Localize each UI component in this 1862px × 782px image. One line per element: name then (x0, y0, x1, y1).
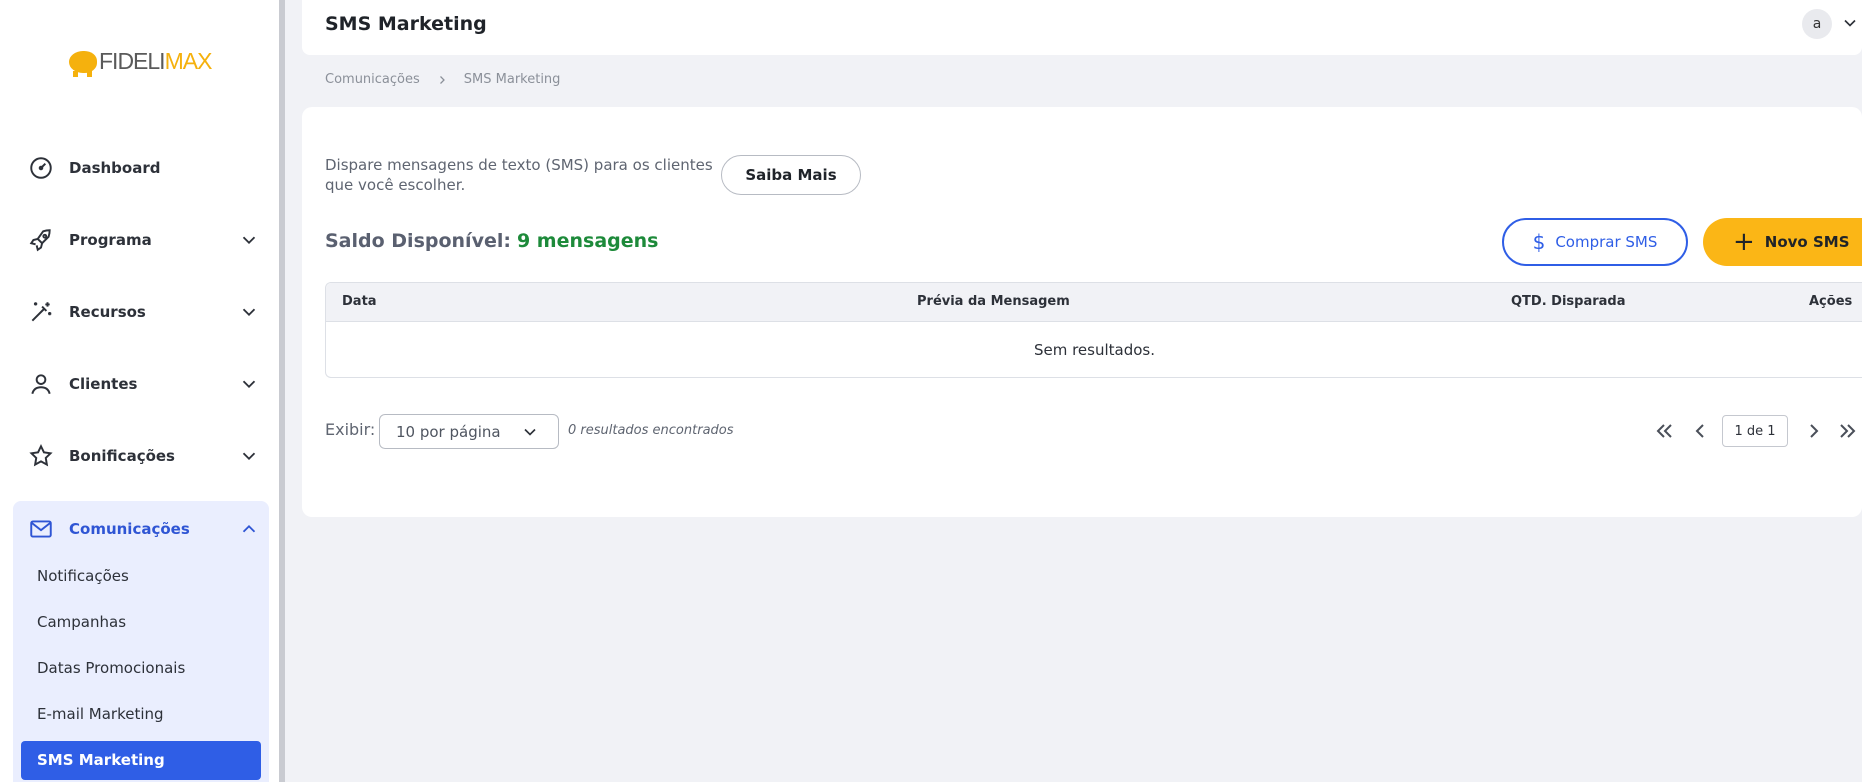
page-description: Dispare mensagens de texto (SMS) para os… (325, 156, 713, 194)
table-header: Data Prévia da Mensagem QTD. Disparada A… (326, 283, 1862, 322)
sidebar-item-label: Dashboard (69, 159, 161, 177)
sidebar-item-programa[interactable]: Programa (0, 218, 279, 262)
column-header-data[interactable]: Data (342, 294, 377, 309)
chevron-down-icon[interactable] (1840, 13, 1860, 33)
sidebar-item-label: Bonificações (69, 447, 175, 465)
previous-page-icon[interactable] (1688, 419, 1712, 443)
plus-icon: + (1733, 227, 1755, 257)
mail-icon (30, 520, 52, 538)
chevron-down-icon[interactable] (238, 373, 260, 395)
sidebar-item-label: Comunicações (69, 520, 190, 538)
rocket-icon (29, 229, 51, 252)
sidebar-scrollbar[interactable] (279, 0, 285, 782)
page-indicator: 1 de 1 (1722, 415, 1788, 447)
sidebar-item-comunicacoes[interactable]: Comunicações (0, 507, 279, 551)
chevron-down-icon (524, 428, 536, 436)
chevron-down-icon[interactable] (238, 229, 260, 251)
sidebar-item-label: Recursos (69, 303, 146, 321)
sidebar-subitem-sms-marketing[interactable]: SMS Marketing (21, 741, 261, 780)
star-icon (29, 444, 53, 467)
avatar[interactable]: a (1802, 9, 1832, 39)
sms-table: Data Prévia da Mensagem QTD. Disparada A… (325, 282, 1862, 378)
page-title: SMS Marketing (325, 13, 487, 35)
breadcrumb-item-sms-marketing: SMS Marketing (463, 72, 561, 87)
logo-text-part1: FIDELI (99, 48, 166, 74)
sidebar-item-label: Clientes (69, 375, 138, 393)
dollar-icon: $ (1532, 230, 1546, 254)
comprar-sms-button[interactable]: $ Comprar SMS (1502, 218, 1688, 266)
sidebar-item-dashboard[interactable]: Dashboard (0, 146, 279, 190)
next-page-icon[interactable] (1802, 419, 1826, 443)
last-page-icon[interactable] (1836, 419, 1860, 443)
logo-text-part2: MAX (164, 48, 213, 74)
saldo-label: Saldo Disponível: (325, 230, 511, 252)
sidebar-item-clientes[interactable]: Clientes (0, 362, 279, 406)
column-header-qtd[interactable]: QTD. Disparada (1511, 294, 1626, 309)
breadcrumb: Comunicações SMS Marketing (325, 72, 560, 87)
per-page-select[interactable]: 10 por página (379, 414, 559, 449)
sidebar-subitem-email-marketing[interactable]: E-mail Marketing (37, 705, 164, 723)
chevron-up-icon[interactable] (238, 518, 260, 540)
sidebar-subitem-datas-promocionais[interactable]: Datas Promocionais (37, 659, 185, 677)
saldo-disponivel: Saldo Disponível: 9 mensagens (325, 230, 658, 252)
chevron-down-icon[interactable] (238, 301, 260, 323)
exibir-label: Exibir: (325, 420, 376, 439)
results-count: 0 resultados encontrados (568, 423, 734, 438)
sidebar-subitem-notificacoes[interactable]: Notificações (37, 567, 129, 585)
magic-wand-icon (31, 302, 52, 322)
user-icon (31, 374, 51, 395)
sidebar-subitem-campanhas[interactable]: Campanhas (37, 613, 126, 631)
gauge-icon (30, 157, 52, 179)
sidebar: FIDELIMAX Dashboard Programa Recursos Cl… (0, 0, 279, 782)
first-page-icon[interactable] (1652, 419, 1676, 443)
comprar-sms-label: Comprar SMS (1555, 233, 1658, 251)
saiba-mais-button[interactable]: Saiba Mais (721, 155, 861, 195)
novo-sms-label: Novo SMS (1764, 233, 1850, 251)
column-header-previa[interactable]: Prévia da Mensagem (917, 294, 1070, 309)
novo-sms-button[interactable]: + Novo SMS (1703, 218, 1862, 266)
sidebar-subitem-label: SMS Marketing (37, 751, 165, 769)
per-page-value: 10 por página (396, 423, 501, 441)
fidelimax-logo[interactable]: FIDELIMAX (69, 48, 213, 77)
chevron-down-icon[interactable] (238, 445, 260, 467)
sidebar-item-bonificacoes[interactable]: Bonificações (0, 434, 279, 478)
piggy-bank-icon (69, 50, 97, 77)
breadcrumb-item-comunicacoes[interactable]: Comunicações (325, 72, 420, 87)
chevron-right-icon (439, 75, 445, 84)
column-header-acoes: Ações (1809, 294, 1853, 309)
top-header: SMS Marketing a (302, 0, 1862, 55)
empty-state: Sem resultados. (1033, 341, 1156, 359)
sidebar-item-label: Programa (69, 231, 152, 249)
sidebar-item-recursos[interactable]: Recursos (0, 290, 279, 334)
main-card: Dispare mensagens de texto (SMS) para os… (302, 107, 1862, 517)
saldo-value: 9 mensagens (516, 230, 659, 252)
